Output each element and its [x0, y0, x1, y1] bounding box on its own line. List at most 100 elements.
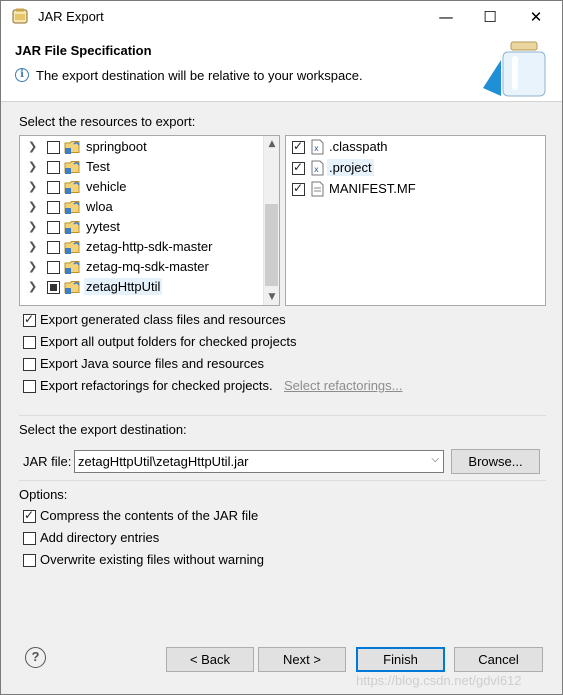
options-label: Options:	[19, 487, 68, 502]
checkbox[interactable]	[23, 358, 36, 371]
tree-item-checkbox[interactable]	[47, 181, 60, 194]
file-item[interactable]: MANIFEST.MF	[286, 179, 545, 199]
tree-item-checkbox[interactable]	[47, 281, 60, 294]
help-icon[interactable]: ?	[25, 647, 46, 668]
svg-text:x: x	[314, 165, 319, 174]
title-bar: JAR Export — ☐ ✕	[1, 1, 562, 32]
banner-message: The export destination will be relative …	[36, 68, 363, 83]
file-icon: x	[311, 139, 324, 155]
java-project-folder-icon	[64, 201, 80, 214]
tree-item-label: vehicle	[86, 179, 127, 194]
scroll-up-icon[interactable]: ▲	[264, 136, 279, 152]
tree-item-checkbox[interactable]	[47, 201, 60, 214]
tree-item[interactable]: ❯ Test	[20, 157, 264, 177]
java-project-folder-icon	[64, 241, 80, 254]
jar-wizard-icon	[483, 41, 546, 97]
java-project-folder-icon	[64, 221, 80, 234]
tree-item[interactable]: ❯ springboot	[20, 137, 264, 157]
tree-item-label: zetag-http-sdk-master	[86, 239, 213, 254]
java-project-folder-icon	[64, 161, 80, 174]
checkbox[interactable]	[23, 380, 36, 393]
tree-item-checkbox[interactable]	[47, 241, 60, 254]
file-item-label: MANIFEST.MF	[329, 181, 416, 196]
close-button[interactable]: ✕	[513, 1, 559, 32]
java-project-folder-icon	[64, 141, 80, 154]
back-button[interactable]: < Back	[166, 647, 254, 672]
expand-chevron-icon[interactable]: ❯	[28, 180, 37, 193]
tree-item-checkbox[interactable]	[47, 261, 60, 274]
jar-file-value: zetagHttpUtil\zetagHttpUtil.jar	[78, 454, 249, 469]
select-refactorings-link[interactable]: Select refactorings...	[284, 378, 403, 393]
chevron-down-icon[interactable]: ⌵	[431, 454, 439, 465]
checkbox[interactable]	[23, 508, 36, 523]
tree-item[interactable]: ❯ zetag-mq-sdk-master	[20, 257, 264, 277]
checkbox-label: Export all output folders for checked pr…	[40, 334, 297, 349]
checkbox-label: Export refactorings for checked projects…	[40, 378, 273, 393]
svg-text:x: x	[314, 144, 319, 153]
file-item-checkbox[interactable]	[292, 181, 305, 196]
resources-label: Select the resources to export:	[19, 114, 196, 129]
project-tree[interactable]: ❯ springboot ❯ Test ❯ vehicle ❯ wloa ❯ yytest ❯ zet…	[19, 135, 280, 306]
tree-item-label: wloa	[86, 199, 113, 214]
tree-item[interactable]: ❯ zetag-http-sdk-master	[20, 237, 264, 257]
browse-button[interactable]: Browse...	[451, 449, 540, 474]
checkbox[interactable]	[23, 312, 36, 327]
tree-item-label: zetagHttpUtil	[84, 278, 163, 295]
file-icon: x	[311, 160, 324, 176]
expand-chevron-icon[interactable]: ❯	[28, 160, 37, 173]
file-item[interactable]: x .project	[286, 158, 545, 178]
tree-item-checkbox[interactable]	[47, 221, 60, 234]
watermark: https://blog.csdn.net/gdvl612	[356, 673, 522, 688]
maximize-button[interactable]: ☐	[467, 1, 513, 32]
expand-chevron-icon[interactable]: ❯	[28, 220, 37, 233]
jar-export-dialog: JAR Export — ☐ ✕ JAR File Specification …	[0, 0, 563, 695]
finish-button[interactable]: Finish	[356, 647, 445, 672]
tree-item[interactable]: ❯ wloa	[20, 197, 264, 217]
expand-chevron-icon[interactable]: ❯	[28, 200, 37, 213]
checkbox-label: Compress the contents of the JAR file	[40, 508, 259, 523]
tree-item-checkbox[interactable]	[47, 161, 60, 174]
checkbox-label: Export generated class files and resourc…	[40, 312, 286, 327]
java-project-folder-icon	[64, 281, 80, 294]
file-icon	[311, 181, 324, 197]
divider	[19, 415, 546, 416]
jar-file-label: JAR file:	[23, 454, 72, 469]
file-item[interactable]: x .classpath	[286, 137, 545, 157]
tree-item[interactable]: ❯ vehicle	[20, 177, 264, 197]
java-project-folder-icon	[64, 181, 80, 194]
file-list[interactable]: x .classpath x .project MANIFEST.MF	[285, 135, 546, 306]
destination-label: Select the export destination:	[19, 422, 187, 437]
jar-file-combo[interactable]: zetagHttpUtil\zetagHttpUtil.jar ⌵	[74, 450, 444, 473]
checkbox[interactable]	[23, 554, 36, 567]
next-button[interactable]: Next >	[258, 647, 346, 672]
scroll-down-icon[interactable]: ▼	[264, 289, 279, 305]
checkbox-label: Add directory entries	[40, 530, 160, 545]
checkbox[interactable]	[23, 336, 36, 349]
file-item-label: .project	[327, 159, 374, 176]
tree-item[interactable]: ❯ zetagHttpUtil	[20, 277, 264, 297]
tree-item-label: zetag-mq-sdk-master	[86, 259, 209, 274]
wizard-banner: JAR File Specification i The export dest…	[1, 32, 562, 102]
checkbox[interactable]	[23, 532, 36, 545]
minimize-button[interactable]: —	[423, 1, 469, 32]
scroll-thumb[interactable]	[265, 204, 278, 286]
tree-item-label: springboot	[86, 139, 147, 154]
cancel-button[interactable]: Cancel	[454, 647, 543, 672]
tree-item-checkbox[interactable]	[47, 141, 60, 154]
window-title: JAR Export	[38, 9, 104, 24]
tree-scrollbar[interactable]: ▲ ▼	[263, 136, 279, 305]
expand-chevron-icon[interactable]: ❯	[28, 280, 37, 293]
file-item-checkbox[interactable]	[292, 139, 305, 154]
expand-chevron-icon[interactable]: ❯	[28, 240, 37, 253]
divider	[19, 480, 546, 481]
eclipse-jar-icon	[12, 8, 28, 24]
file-item-checkbox[interactable]	[292, 160, 305, 175]
tree-item-label: Test	[86, 159, 110, 174]
expand-chevron-icon[interactable]: ❯	[28, 260, 37, 273]
tree-item-label: yytest	[86, 219, 120, 234]
expand-chevron-icon[interactable]: ❯	[28, 140, 37, 153]
file-item-label: .classpath	[329, 139, 388, 154]
checkbox-label: Export Java source files and resources	[40, 356, 264, 371]
info-icon: i	[15, 68, 29, 82]
tree-item[interactable]: ❯ yytest	[20, 217, 264, 237]
